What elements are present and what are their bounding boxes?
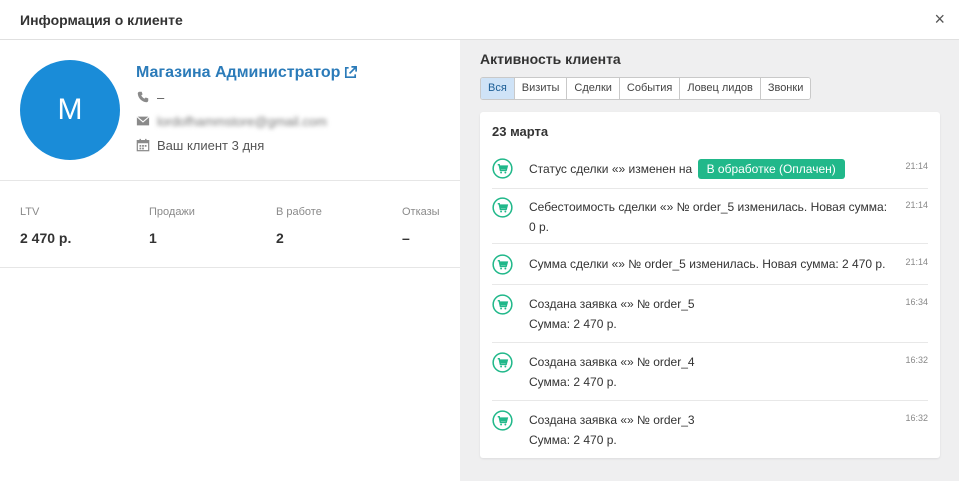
event-text: Создана заявка «» № order_4 Сумма: 2 470…	[529, 352, 897, 392]
event-line: Создана заявка «» № order_5	[529, 297, 695, 311]
modal-header: Информация о клиенте ×	[0, 0, 959, 40]
activity-tabs: Вся Визиты Сделки События Ловец лидов Зв…	[480, 77, 812, 100]
tab-calls[interactable]: Звонки	[760, 78, 811, 99]
event-line: Создана заявка «» № order_3	[529, 413, 695, 427]
event-time: 21:14	[905, 161, 928, 171]
cart-icon	[492, 197, 513, 218]
stat-label: В работе	[276, 206, 322, 218]
client-panel: M Магазина Администратор – lordofhammsto…	[0, 40, 460, 481]
event-sum: Сумма: 2 470 р.	[529, 375, 617, 389]
stat-value: 1	[149, 230, 157, 246]
stat-in-progress: В работе 2	[276, 206, 322, 246]
tab-all[interactable]: Вся	[481, 78, 515, 99]
stat-label: LTV	[20, 206, 40, 218]
cart-icon	[492, 294, 513, 315]
tab-deals[interactable]: Сделки	[567, 78, 620, 99]
cart-icon	[492, 158, 513, 179]
event-time: 21:14	[905, 200, 928, 210]
event-time: 21:14	[905, 257, 928, 267]
cart-icon	[492, 254, 513, 275]
event-time: 16:32	[905, 355, 928, 365]
divider	[0, 180, 460, 181]
list-item: Создана заявка «» № order_5 Сумма: 2 470…	[492, 294, 928, 343]
phone-icon	[137, 91, 149, 103]
phone-row: –	[136, 89, 164, 105]
email-value: lordofhammstore@gmail.com	[157, 113, 327, 129]
email-row: lordofhammstore@gmail.com	[136, 113, 327, 129]
event-text: Создана заявка «» № order_5 Сумма: 2 470…	[529, 294, 897, 334]
event-time: 16:34	[905, 297, 928, 307]
avatar: M	[20, 60, 120, 160]
client-since-row: Ваш клиент 3 дня	[136, 137, 264, 153]
list-item: Создана заявка «» № order_4 Сумма: 2 470…	[492, 352, 928, 401]
activity-feed: 23 марта Статус сделки «» изменен на В о…	[480, 112, 940, 458]
activity-title: Активность клиента	[480, 51, 621, 67]
tab-lead-catcher[interactable]: Ловец лидов	[680, 78, 761, 99]
stat-rejections: Отказы –	[402, 206, 440, 246]
event-line: Статус сделки «» изменен на	[529, 162, 693, 176]
event-text: Статус сделки «» изменен на В обработке …	[529, 159, 897, 179]
list-item: Себестоимость сделки «» № order_5 измени…	[492, 197, 928, 244]
event-time: 16:32	[905, 413, 928, 423]
calendar-icon	[136, 138, 150, 152]
event-sum: Сумма: 2 470 р.	[529, 433, 617, 447]
list-item: Создана заявка «» № order_3 Сумма: 2 470…	[492, 410, 928, 456]
stat-label: Продажи	[149, 206, 195, 218]
feed-date: 23 марта	[492, 124, 549, 139]
status-badge: В обработке (Оплачен)	[697, 159, 845, 179]
tab-visits[interactable]: Визиты	[514, 78, 568, 99]
event-text: Создана заявка «» № order_3 Сумма: 2 470…	[529, 410, 897, 450]
cart-icon	[492, 410, 513, 431]
event-sum: Сумма: 2 470 р.	[529, 317, 617, 331]
phone-value: –	[157, 89, 165, 105]
stat-label: Отказы	[402, 206, 440, 218]
client-name-link[interactable]: Магазина Администратор	[136, 64, 340, 82]
activity-panel: Активность клиента Вся Визиты Сделки Соб…	[460, 40, 959, 481]
client-since: Ваш клиент 3 дня	[157, 137, 265, 153]
modal-title: Информация о клиенте	[20, 12, 183, 28]
stat-value: 2	[276, 230, 284, 246]
stat-sales: Продажи 1	[149, 206, 195, 246]
cart-icon	[492, 352, 513, 373]
stat-value: 2 470 р.	[20, 230, 72, 246]
external-link-icon[interactable]	[343, 65, 358, 80]
tab-events[interactable]: События	[619, 78, 681, 99]
event-text: Сумма сделки «» № order_5 изменилась. Но…	[529, 257, 886, 271]
stat-ltv: LTV 2 470 р.	[20, 206, 71, 246]
event-line: Создана заявка «» № order_4	[529, 355, 695, 369]
envelope-icon	[136, 116, 150, 126]
stat-value: –	[402, 230, 410, 246]
divider	[0, 267, 460, 268]
list-item: Статус сделки «» изменен на В обработке …	[492, 158, 928, 189]
event-text: Себестоимость сделки «» № order_5 измени…	[529, 200, 888, 234]
close-icon[interactable]: ×	[934, 10, 945, 28]
list-item: Сумма сделки «» № order_5 изменилась. Но…	[492, 254, 928, 285]
